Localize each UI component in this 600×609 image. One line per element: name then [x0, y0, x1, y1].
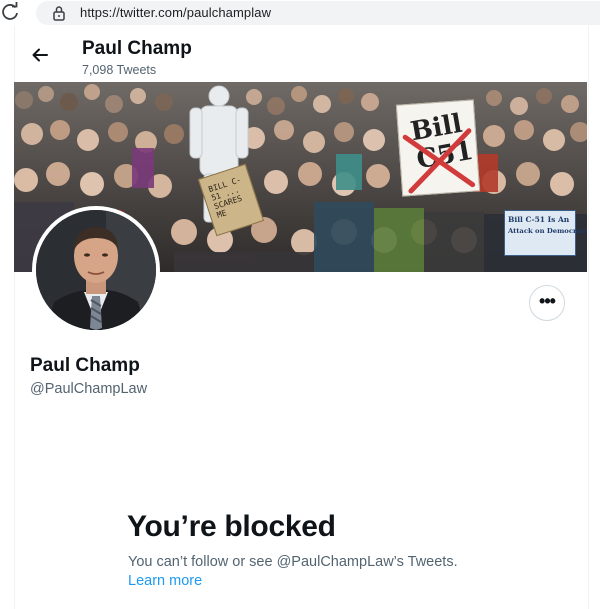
- profile-avatar[interactable]: [32, 206, 160, 334]
- blue-sign-line1: Bill C-51 Is An: [508, 215, 570, 224]
- blue-sign-line2: Attack on Democracy!: [508, 227, 587, 235]
- reload-icon[interactable]: [0, 2, 20, 22]
- blocked-description: You can’t follow or see @PaulChampLaw’s …: [128, 554, 458, 570]
- protest-sign-bill-c51: Bill C51: [395, 99, 481, 197]
- tweet-count: 7,098 Tweets: [82, 63, 157, 77]
- profile-header: Paul Champ 7,098 Tweets: [14, 30, 587, 82]
- more-options-button[interactable]: •••: [529, 285, 565, 321]
- profile-handle: @PaulChampLaw: [30, 381, 148, 397]
- red-cross-mark: [402, 128, 476, 194]
- more-dots-icon: •••: [539, 291, 556, 311]
- learn-more-link[interactable]: Learn more: [128, 573, 202, 589]
- lock-icon[interactable]: [52, 5, 66, 21]
- back-arrow-icon[interactable]: [30, 45, 50, 65]
- protest-sign-attack-on-democracy: Bill C-51 Is An Attack on Democracy!: [504, 210, 587, 256]
- blocked-title: You’re blocked: [127, 510, 336, 543]
- cardboard-sign-text: BILL C-51 ... SCARES ME: [207, 175, 244, 220]
- browser-toolbar: https://twitter.com/paulchamplaw: [0, 0, 600, 26]
- url-text[interactable]: https://twitter.com/paulchamplaw: [80, 5, 271, 20]
- header-name: Paul Champ: [82, 38, 192, 59]
- profile-name: Paul Champ: [30, 355, 140, 376]
- avatar-photo: [36, 210, 156, 330]
